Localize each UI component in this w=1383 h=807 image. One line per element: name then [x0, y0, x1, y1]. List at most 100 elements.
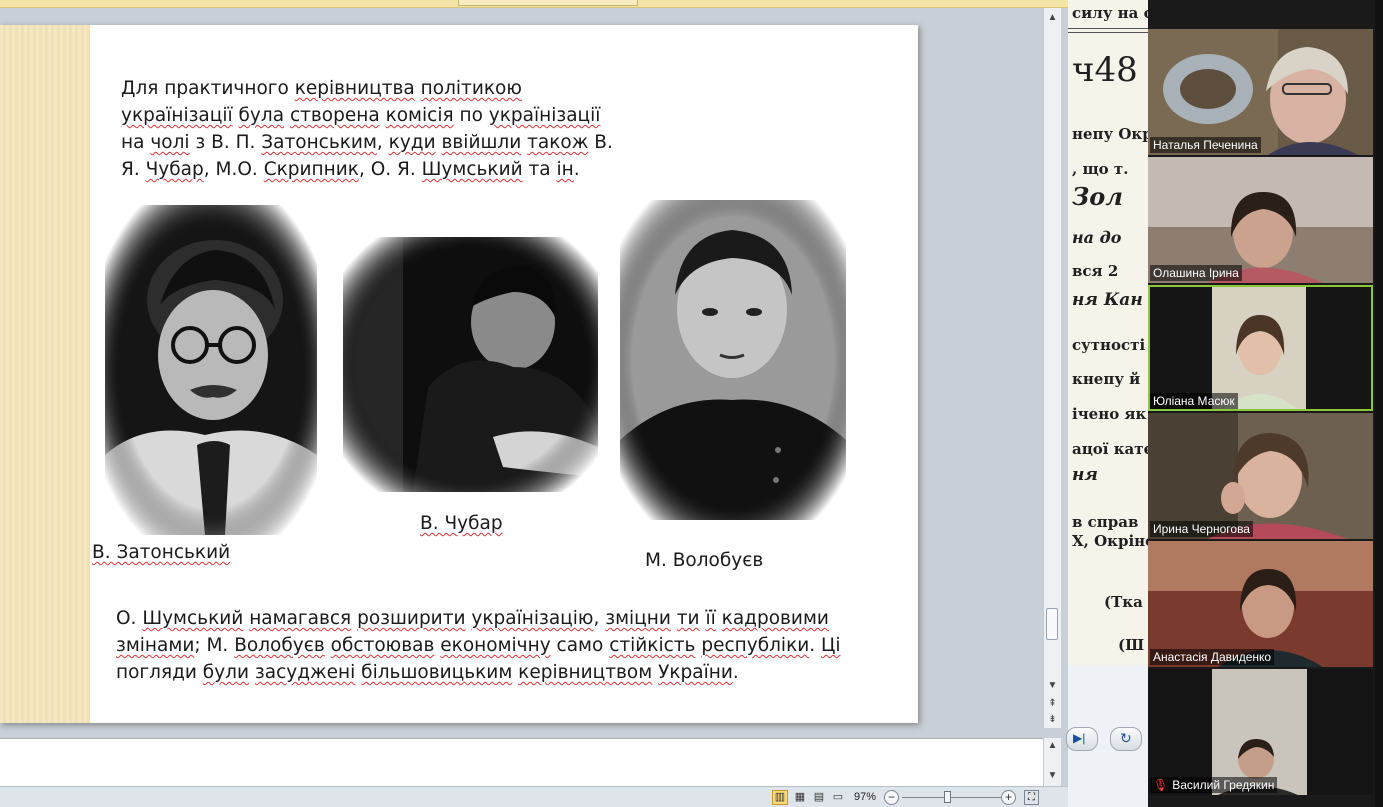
- spellcheck-word: ти: [676, 608, 700, 629]
- photo-volobuev[interactable]: [620, 200, 846, 520]
- next-slide-icon[interactable]: ⇟: [1044, 712, 1061, 728]
- fit-to-window-icon[interactable]: ⛶: [1024, 790, 1039, 805]
- text-run: на: [121, 132, 151, 153]
- document-text-line: кнепу й: [1072, 370, 1141, 388]
- slide-sorter-icon[interactable]: ▦: [792, 790, 808, 805]
- ribbon-tab-strip[interactable]: [458, 0, 638, 6]
- participant-tile[interactable]: Ирина Черногова: [1148, 413, 1373, 539]
- text-run: О.: [116, 608, 143, 629]
- notes-scrollbar[interactable]: ▲ ▼: [1043, 738, 1061, 786]
- document-scan: силу на один рік. ч48 непу Окр , що т. З…: [1068, 0, 1148, 665]
- refresh-button[interactable]: ↻: [1110, 727, 1142, 751]
- document-text-line: на до: [1072, 228, 1122, 247]
- document-text-line: Х, Окріне: [1072, 532, 1148, 550]
- reading-view-icon[interactable]: ▤: [811, 790, 827, 805]
- participant-name: Анастасія Давиденко: [1150, 649, 1275, 665]
- next-button[interactable]: ▶|: [1066, 727, 1098, 751]
- spellcheck-word: керівництва: [294, 78, 415, 99]
- spellcheck-word: намагався: [249, 608, 352, 629]
- text-run: .: [732, 662, 739, 683]
- photo-chubar[interactable]: [343, 237, 598, 492]
- scroll-down-icon[interactable]: ▼: [1044, 678, 1061, 694]
- document-text-line: силу на один рік.: [1072, 4, 1148, 22]
- spellcheck-word: економічну: [440, 635, 551, 656]
- participant-tile[interactable]: 🎙 Василий Гредякин: [1148, 669, 1373, 795]
- document-text-line: ня Кан: [1072, 290, 1143, 310]
- normal-view-icon[interactable]: ▥: [772, 790, 788, 805]
- spellcheck-word: Шумський: [142, 608, 244, 629]
- spellcheck-word: чолі: [150, 132, 190, 153]
- spellcheck-word: більшовицьким: [361, 662, 513, 683]
- spellcheck-word: українізації: [121, 105, 233, 126]
- notes-scroll-down-icon[interactable]: ▼: [1044, 768, 1061, 784]
- participant-tile[interactable]: Олашина Ірина: [1148, 157, 1373, 283]
- participants-panel: Наталья Печенина Олашина Ірина Юліана Ма…: [1148, 0, 1383, 807]
- spellcheck-word: стійкість: [609, 635, 696, 656]
- spellcheck-word: Скрипник: [263, 159, 359, 180]
- participant-name: 🎙 Василий Гредякин: [1150, 777, 1278, 793]
- participant-name: Ирина Черногова: [1150, 521, 1253, 537]
- spellcheck-word: керівництвом: [518, 662, 653, 683]
- paragraph-intro[interactable]: Для практичного керівництва політикою укр…: [121, 75, 641, 183]
- scroll-thumb[interactable]: [1046, 608, 1058, 640]
- text-run: по: [453, 105, 489, 126]
- spellcheck-word: куди: [388, 132, 436, 153]
- text-run: ; М.: [194, 635, 235, 656]
- spellcheck-word: також: [527, 132, 589, 153]
- paragraph-conclusion[interactable]: О. Шумський намагався розширити україніз…: [116, 605, 906, 686]
- spellcheck-word: зміцни: [605, 608, 671, 629]
- spellcheck-word: політикою: [420, 78, 522, 99]
- muted-mic-icon: 🎙: [1153, 778, 1169, 792]
- text-run: , О. Я.: [358, 159, 422, 180]
- text-run: Я.: [121, 159, 146, 180]
- document-text-line: ічено як: [1072, 405, 1147, 423]
- participant-tile[interactable]: Наталья Печенина: [1148, 29, 1373, 155]
- slide-vertical-scrollbar[interactable]: ▲ ▼ ⇞ ⇟: [1043, 8, 1061, 728]
- notes-scroll-up-icon[interactable]: ▲: [1044, 738, 1061, 754]
- slide-canvas[interactable]: Для практичного керівництва політикою укр…: [0, 25, 918, 723]
- document-text-line: в справ: [1072, 513, 1139, 531]
- spellcheck-word: засуджені: [254, 662, 356, 683]
- photo-zatonsky[interactable]: [105, 205, 317, 535]
- text-line: погляди були засуджені більшовицьким кер…: [116, 659, 906, 686]
- text-line: змінами; М. Волобуєв обстоював економічн…: [116, 632, 906, 659]
- document-text-line: Зол: [1072, 182, 1123, 211]
- ribbon-edge: [0, 0, 1068, 8]
- text-run: погляди: [116, 662, 203, 683]
- participant-tile[interactable]: Анастасія Давиденко: [1148, 541, 1373, 667]
- spellcheck-word: республіки: [701, 635, 810, 656]
- text-line: О. Шумський намагався розширити україніз…: [116, 605, 906, 632]
- caption-zatonsky: В. Затонський: [92, 542, 231, 563]
- zoom-out-icon[interactable]: −: [884, 790, 899, 805]
- document-text-line: ня: [1072, 465, 1098, 485]
- notes-pane[interactable]: [0, 738, 1043, 786]
- participant-tile-active-speaker[interactable]: Юліана Масюк: [1148, 285, 1373, 411]
- text-run: ,: [376, 132, 389, 153]
- status-bar: ▥ ▦ ▤ ▭ 97% − + ⛶: [0, 786, 1068, 807]
- spellcheck-word: України: [658, 662, 733, 683]
- prev-slide-icon[interactable]: ⇞: [1044, 696, 1061, 712]
- text-line: Для практичного керівництва політикою: [121, 75, 641, 102]
- document-rule: [1068, 28, 1148, 29]
- caption-volobuev: М. Волобуєв: [645, 550, 764, 571]
- spellcheck-word: ін: [556, 159, 574, 180]
- document-text-line: непу Окр: [1072, 125, 1148, 143]
- spellcheck-word: кадровими: [721, 608, 829, 629]
- zoom-in-icon[interactable]: +: [1001, 790, 1016, 805]
- document-text-line: (Тка: [1104, 593, 1143, 611]
- document-text-line: вся 2: [1072, 262, 1119, 280]
- spellcheck-word: Затонським: [261, 132, 377, 153]
- spellcheck-word: ввійшли: [441, 132, 522, 153]
- zoom-slider-track[interactable]: [902, 797, 1002, 798]
- scroll-up-icon[interactable]: ▲: [1044, 10, 1061, 26]
- text-run: з В. П.: [189, 132, 262, 153]
- slideshow-icon[interactable]: ▭: [830, 790, 846, 805]
- text-run: , М.О.: [203, 159, 264, 180]
- caption-chubar: В. Чубар: [420, 513, 503, 534]
- spellcheck-word: Волобуєв: [234, 635, 325, 656]
- zoom-level[interactable]: 97%: [854, 791, 876, 803]
- spellcheck-word: українізації: [488, 105, 601, 126]
- text-run: само: [550, 635, 610, 656]
- text-run: .: [573, 159, 580, 180]
- zoom-slider-thumb[interactable]: [944, 791, 951, 803]
